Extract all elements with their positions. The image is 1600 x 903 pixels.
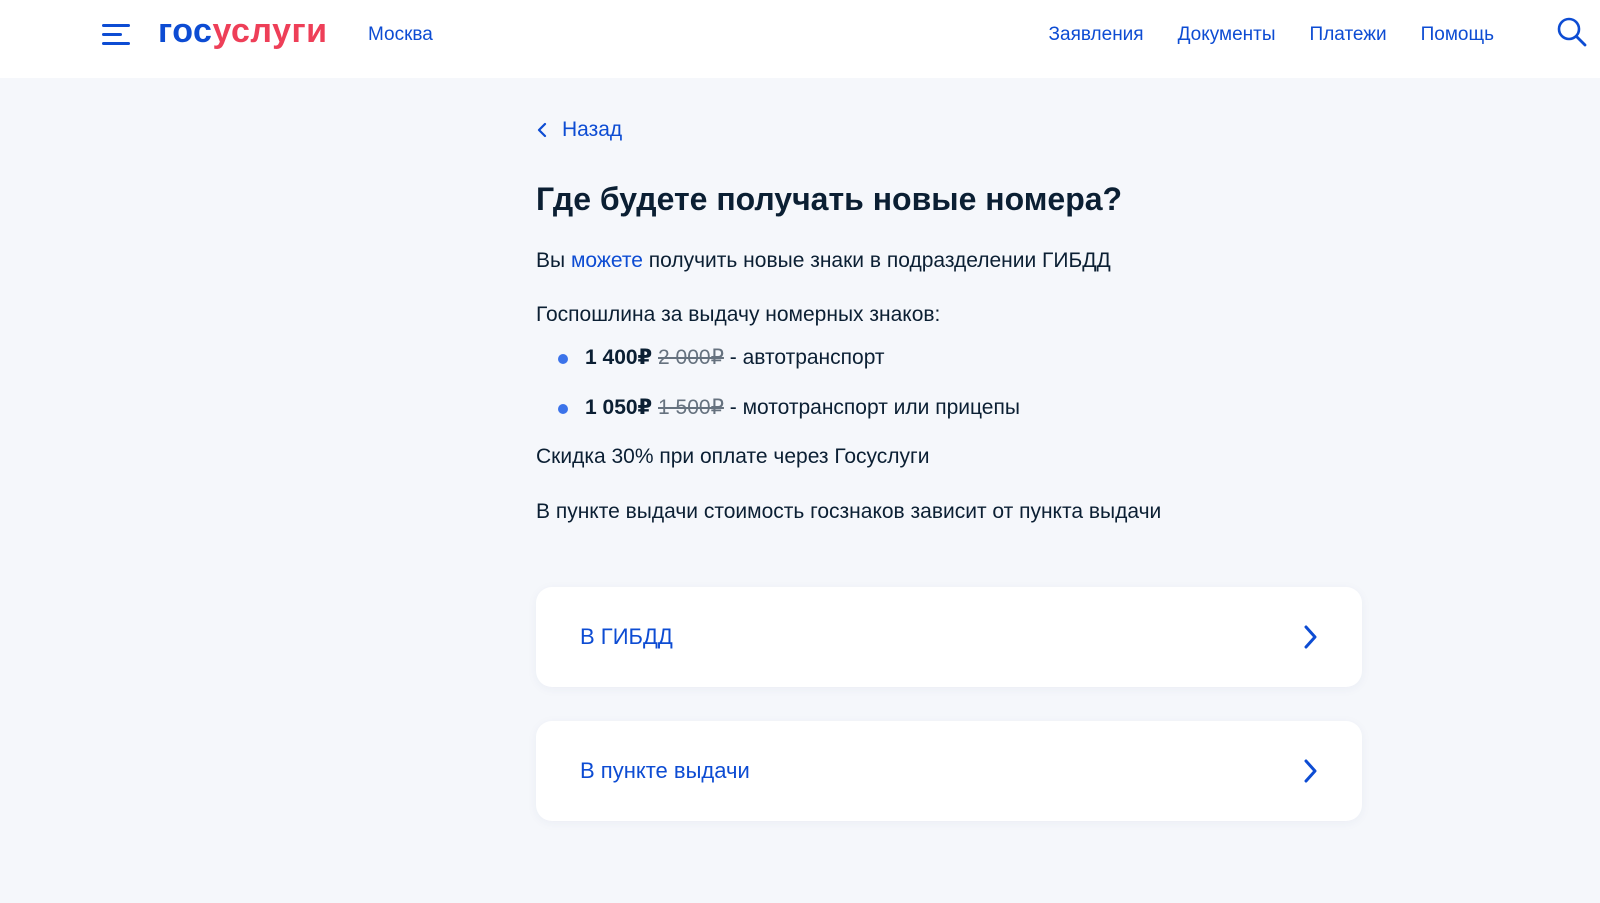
nav-payments[interactable]: Платежи (1310, 24, 1387, 46)
page-title: Где будете получать новые номера? (536, 181, 1123, 217)
chevron-right-icon (1304, 625, 1317, 649)
intro-text: Вы можете получить новые знаки в подразд… (536, 246, 1362, 275)
nav-help[interactable]: Помощь (1421, 24, 1494, 46)
logo-part-uslugi: услуги (212, 12, 328, 50)
search-icon[interactable] (1556, 16, 1588, 48)
fee-heading: Госпошлина за выдачу номерных знаков: (536, 302, 941, 326)
menu-icon[interactable] (102, 22, 132, 48)
intro-after: получить новые знаки в подразделении ГИБ… (642, 249, 1111, 273)
gosuslugi-logo[interactable]: госуслуги (158, 12, 328, 51)
chevron-left-icon (537, 122, 547, 138)
intro-before: Вы (536, 249, 571, 273)
main-nav: Заявления Документы Платежи Помощь (1049, 24, 1494, 46)
fee-desc: - автотранспорт (723, 346, 885, 370)
option-label: В ГИБДД (580, 624, 673, 649)
fee-list: 1 400₽ 2 000₽ - автотранспорт 1 050₽ 1 5… (558, 343, 1362, 422)
list-item: 1 400₽ 2 000₽ - автотранспорт (558, 343, 1362, 372)
option-gibdd-button[interactable]: В ГИБДД (536, 587, 1362, 687)
fee-old-price: 2 000₽ (658, 346, 724, 370)
fee-price: 1 050₽ (585, 395, 653, 419)
city-selector[interactable]: Москва (368, 24, 433, 46)
fee-old-price: 1 500₽ (658, 395, 724, 419)
pickup-text: В пункте выдачи стоимость госзнаков зави… (536, 500, 1162, 524)
fee-price: 1 400₽ (585, 346, 653, 370)
back-link[interactable]: Назад (536, 110, 1362, 150)
main-content: Назад Где будете получать новые номера? … (536, 110, 1362, 527)
top-header: госуслуги Москва Заявления Документы Пла… (0, 0, 1600, 78)
option-pickup-point-button[interactable]: В пункте выдачи (536, 721, 1362, 821)
logo-part-gos: гос (158, 12, 213, 50)
option-label: В пункте выдачи (580, 758, 750, 783)
nav-documents[interactable]: Документы (1178, 24, 1276, 46)
nav-applications[interactable]: Заявления (1049, 24, 1144, 46)
discount-text: Скидка 30% при оплате через Госуслуги (536, 444, 930, 468)
list-item: 1 050₽ 1 500₽ - мототранспорт или прицеп… (558, 393, 1362, 422)
intro-link[interactable]: можете (571, 249, 643, 272)
back-label: Назад (562, 118, 623, 141)
fee-desc: - мототранспорт или прицепы (723, 395, 1020, 419)
chevron-right-icon (1304, 759, 1317, 783)
